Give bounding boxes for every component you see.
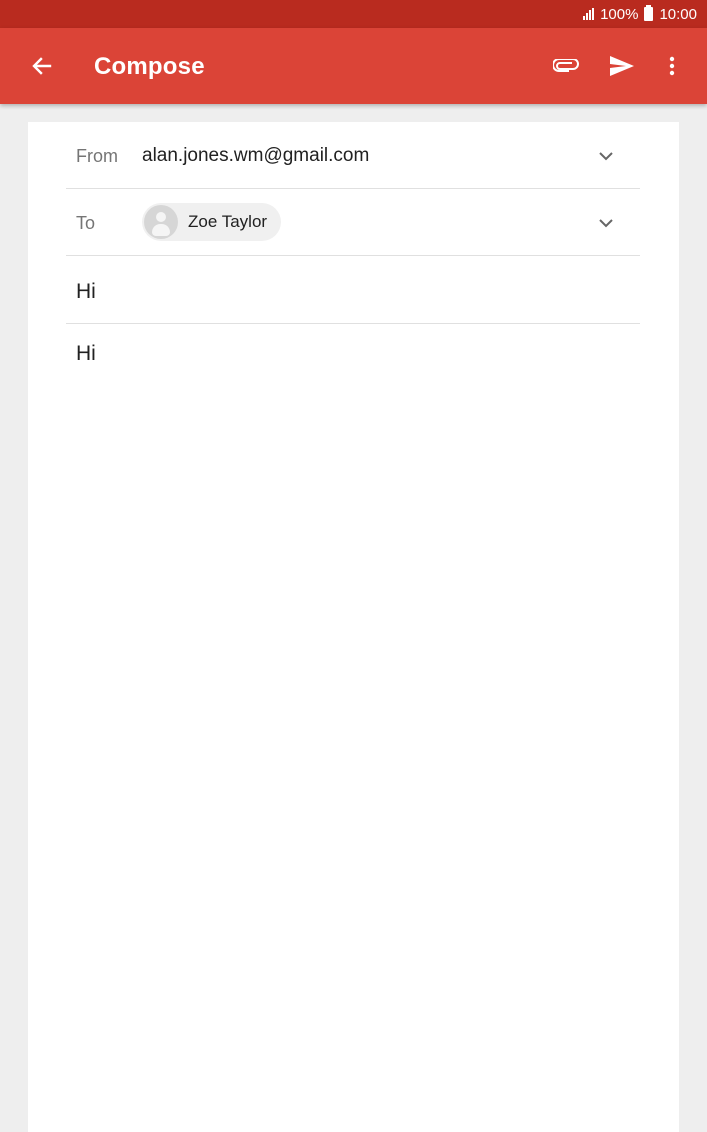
battery-percent: 100%	[600, 5, 639, 23]
to-label: To	[76, 213, 96, 233]
subject-text[interactable]: Hi	[76, 280, 96, 304]
from-label: From	[76, 146, 118, 166]
arrow-back-icon[interactable]	[28, 52, 56, 80]
status-bar: 100% 10:00	[0, 0, 707, 28]
signal-icon	[583, 8, 595, 20]
recipient-chip[interactable]: Zoe Taylor	[142, 203, 282, 241]
page-title: Compose	[94, 53, 205, 80]
battery-icon	[644, 5, 654, 21]
compose-sheet: From alan.jones.wm@gmail.com To Zoe Tayl…	[28, 122, 679, 1132]
subject-field[interactable]: Hi	[66, 256, 640, 324]
chevron-down-icon[interactable]	[596, 213, 616, 233]
app-bar: Compose	[0, 28, 707, 104]
body-field[interactable]: Hi	[76, 342, 96, 366]
chevron-down-icon[interactable]	[596, 146, 616, 166]
recipient-name: Zoe Taylor	[188, 212, 268, 231]
paperclip-icon[interactable]	[550, 50, 582, 82]
more-vert-icon[interactable]	[656, 50, 688, 82]
to-row[interactable]: To Zoe Taylor	[66, 189, 640, 256]
avatar	[144, 205, 178, 239]
from-row[interactable]: From alan.jones.wm@gmail.com	[66, 122, 640, 189]
from-account[interactable]: alan.jones.wm@gmail.com	[142, 145, 369, 167]
send-icon[interactable]	[606, 50, 638, 82]
clock: 10:00	[659, 5, 697, 23]
